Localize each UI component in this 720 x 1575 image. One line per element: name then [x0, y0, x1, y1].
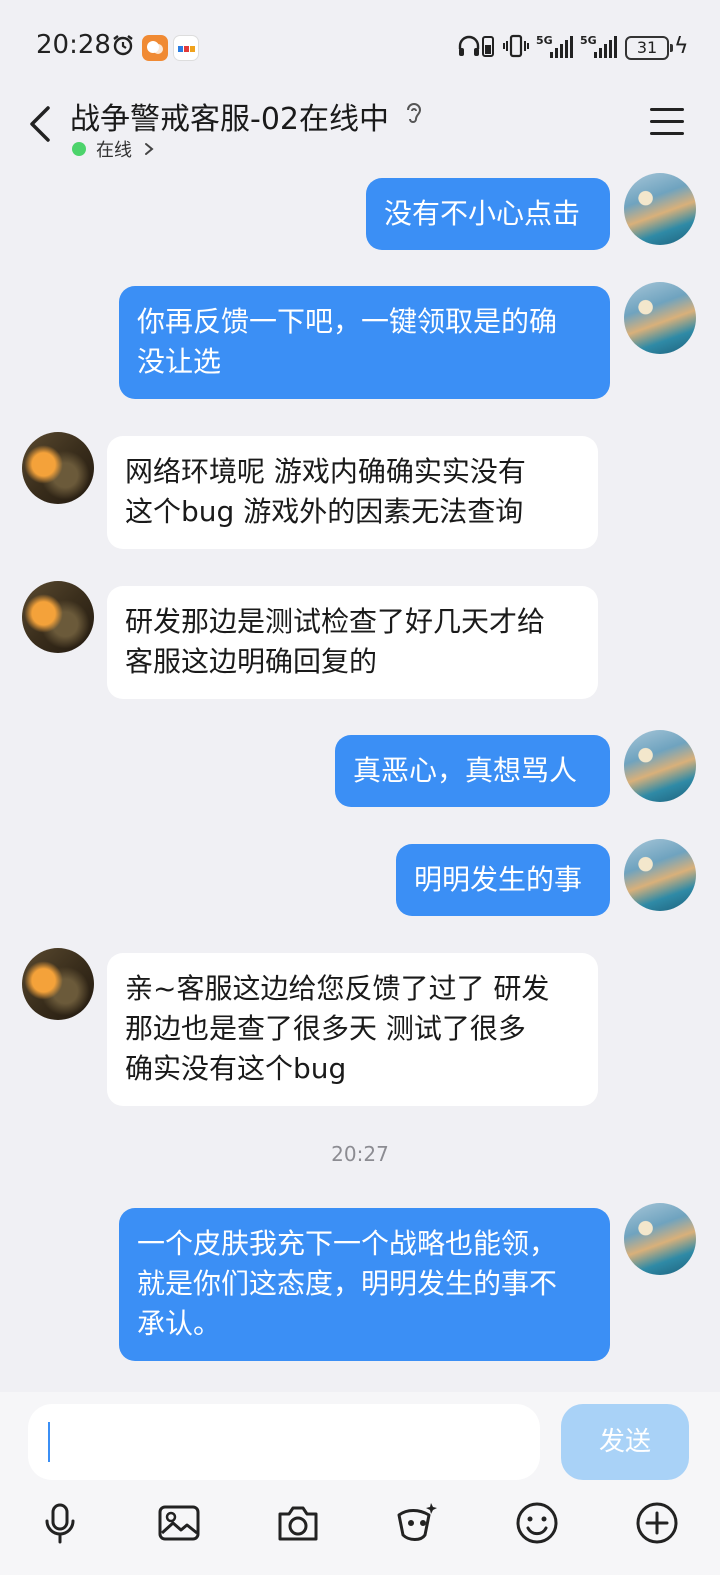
avatar[interactable] — [624, 1203, 696, 1275]
message-bubble[interactable]: 明明发生的事 — [396, 844, 610, 916]
app-notification-icon — [142, 35, 168, 61]
menu-icon[interactable] — [650, 108, 684, 138]
chat-header: 战争警戒客服-02在线中 在线 — [0, 88, 720, 168]
camera-icon[interactable] — [274, 1499, 322, 1547]
microphone-icon[interactable] — [36, 1499, 84, 1547]
chat-title[interactable]: 战争警戒客服-02在线中 — [70, 94, 389, 138]
text-caret — [48, 1422, 50, 1462]
chevron-right-icon — [145, 143, 154, 155]
avatar[interactable] — [22, 581, 94, 653]
avatar[interactable] — [624, 730, 696, 802]
timestamp: 20:27 — [331, 1142, 389, 1166]
avatar[interactable] — [22, 948, 94, 1020]
message-bubble[interactable]: 网络环境呢 游戏内确确实实没有 这个bug 游戏外的因素无法查询 — [107, 436, 598, 549]
online-dot-icon — [72, 142, 86, 156]
avatar[interactable] — [624, 282, 696, 354]
message-bubble[interactable]: 你再反馈一下吧，一键领取是的确 没让选 — [119, 286, 610, 399]
send-button[interactable]: 发送 — [561, 1404, 689, 1480]
emoji-icon[interactable] — [513, 1499, 561, 1547]
alarm-icon — [113, 35, 133, 56]
headphones-icon — [458, 35, 480, 56]
message-bubble[interactable]: 没有不小心点击 — [366, 178, 610, 250]
sticker-icon[interactable] — [393, 1499, 441, 1547]
plus-icon[interactable] — [633, 1499, 681, 1547]
message-bubble[interactable]: 真恶心，真想骂人 — [335, 735, 610, 807]
avatar[interactable] — [22, 432, 94, 504]
back-arrow-icon[interactable] — [22, 102, 58, 146]
message-bubble[interactable]: 亲~客服这边给您反馈了过了 研发 那边也是查了很多天 测试了很多 确实没有这个b… — [107, 953, 598, 1106]
message-list[interactable]: 没有不小心点击 你再反馈一下吧，一键领取是的确 没让选 网络环境呢 游戏内确确实… — [0, 168, 720, 1392]
message-input[interactable] — [28, 1404, 540, 1480]
ear-icon[interactable] — [402, 100, 426, 128]
status-bar: 20:28 5G 5G 31 ϟ — [0, 0, 720, 88]
app-notification-icon-2 — [173, 35, 199, 61]
charging-icon: ϟ — [674, 34, 689, 59]
message-bubble[interactable]: 一个皮肤我充下一个战略也能领， 就是你们这态度，明明发生的事不 承认。 — [119, 1208, 610, 1361]
battery-indicator: 31 — [625, 36, 673, 60]
message-bubble[interactable]: 研发那边是测试检查了好几天才给 客服这边明确回复的 — [107, 586, 598, 699]
image-icon[interactable] — [155, 1499, 203, 1547]
avatar[interactable] — [624, 173, 696, 245]
input-bar: 发送 — [0, 1392, 720, 1575]
avatar[interactable] — [624, 839, 696, 911]
status-time: 20:28 — [36, 30, 111, 60]
headphone-battery-icon — [482, 36, 494, 57]
online-status[interactable]: 在线 — [72, 136, 156, 162]
online-status-text: 在线 — [96, 140, 132, 161]
signal-icon-1 — [550, 36, 573, 58]
vibrate-icon — [503, 34, 529, 58]
signal-icon-2 — [594, 36, 617, 58]
